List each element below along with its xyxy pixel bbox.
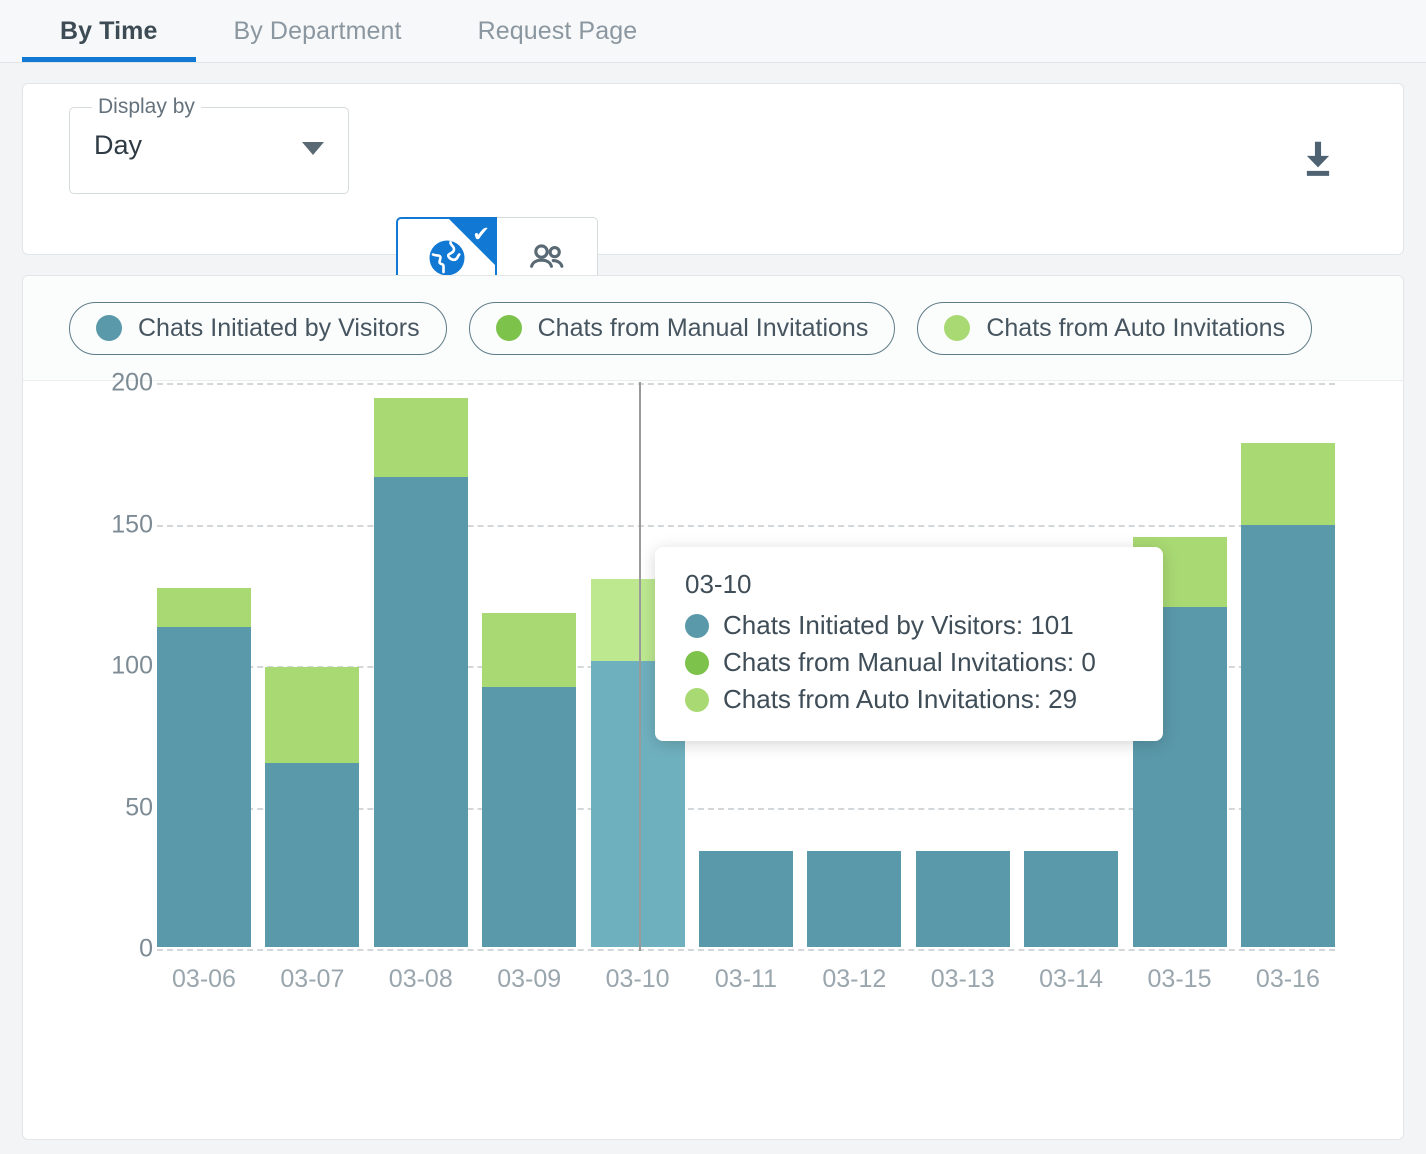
download-button[interactable] <box>1295 136 1341 187</box>
legend-label-auto: Chats from Auto Invitations <box>986 313 1286 342</box>
y-axis-tick-label: 150 <box>111 510 153 538</box>
tooltip-dot-visitors <box>685 613 709 638</box>
bar-column[interactable]: 03-13 <box>915 380 1010 1139</box>
display-by-label: Display by <box>92 95 201 119</box>
bar-column[interactable]: 03-06 <box>157 380 251 1139</box>
tab-by-time[interactable]: By Time <box>22 0 196 62</box>
x-axis-tick-label: 03-13 <box>930 965 995 993</box>
bar-column[interactable]: 03-08 <box>373 380 468 1139</box>
x-axis-tick-label: 03-11 <box>714 965 777 993</box>
bar-segment-auto <box>482 613 577 687</box>
toolbar-card: Display by Day ✔ <box>22 83 1404 299</box>
tooltip-text-manual: Chats from Manual Invitations: 0 <box>723 647 1096 677</box>
x-axis-tick-label: 03-12 <box>822 965 887 993</box>
bar-segment-visitors <box>915 850 1010 947</box>
bar-column[interactable]: 03-10 <box>590 380 685 1139</box>
bar-segment-auto <box>265 666 360 764</box>
tooltip-dot-auto <box>685 687 709 712</box>
bar-segment-visitors <box>1024 850 1119 947</box>
y-axis-tick-label: 50 <box>125 793 153 821</box>
bar-column[interactable]: 03-14 <box>1024 380 1119 1139</box>
bar-segment-visitors <box>482 686 577 947</box>
bar-column[interactable]: 03-11 <box>698 380 793 1139</box>
y-axis-tick-label: 100 <box>111 651 153 680</box>
x-axis-tick-label: 03-06 <box>172 965 236 993</box>
x-axis-tick-label: 03-15 <box>1147 965 1212 993</box>
y-axis-tick-label: 200 <box>111 368 153 397</box>
y-axis: 0 50 100 150 200 <box>69 369 153 1139</box>
bar-segment-visitors <box>807 850 902 947</box>
chart-tooltip: 03-10 Chats Initiated by Visitors: 101 C… <box>655 547 1163 741</box>
x-axis-tick-label: 03-07 <box>280 965 345 993</box>
legend-dot-visitors <box>96 315 122 341</box>
tab-by-department[interactable]: By Department <box>196 0 440 62</box>
legend-dot-manual <box>495 315 522 341</box>
x-axis-tick-label: 03-16 <box>1255 965 1320 993</box>
tooltip-dot-manual <box>685 650 709 675</box>
tooltip-row: Chats from Auto Invitations: 29 <box>685 684 1127 715</box>
x-axis-tick-label: 03-10 <box>605 965 670 993</box>
bar-segment-visitors <box>265 763 360 947</box>
bar-segment-visitors <box>698 850 793 947</box>
tab-bar: By Time By Department Request Page <box>0 0 1426 63</box>
x-axis-tick-label: 03-14 <box>1039 965 1104 993</box>
x-axis-tick-label: 03-09 <box>497 965 562 993</box>
chevron-down-icon[interactable] <box>302 142 324 155</box>
bar-segment-visitors <box>373 477 468 947</box>
bar-segment-visitors <box>1240 525 1335 947</box>
hover-cursor-line <box>638 382 641 951</box>
tooltip-title: 03-10 <box>685 569 752 599</box>
tab-request-page-label: Request Page <box>477 16 638 45</box>
check-icon: ✔ <box>472 223 490 246</box>
bar-series-area: 03-06 03-07 03-08 03-09 03-10 03-11 03-12 03-13… <box>157 382 1335 1139</box>
bar-column[interactable]: 03-09 <box>482 380 577 1139</box>
display-by-value: Day <box>94 130 143 160</box>
x-axis-tick-label: 03-08 <box>388 965 453 993</box>
tab-by-time-label: By Time <box>60 16 158 45</box>
y-axis-tick-label: 0 <box>139 934 153 963</box>
tooltip-text-auto: Chats from Auto Invitations: 29 <box>723 684 1078 714</box>
download-icon <box>1306 141 1330 176</box>
tab-by-department-label: By Department <box>233 16 402 45</box>
bar-column[interactable]: 03-07 <box>265 380 360 1139</box>
people-icon <box>530 244 564 268</box>
bar-chart: 0 50 100 150 200 03-06 03-07 03-08 03-09 03-10 03… <box>23 369 1403 1139</box>
bar-segment-visitors <box>157 627 251 947</box>
bar-column[interactable]: 03-12 <box>807 380 902 1139</box>
legend-label-visitors: Chats Initiated by Visitors <box>138 313 420 342</box>
legend-item-manual[interactable]: Chats from Manual Invitations <box>468 301 896 355</box>
bar-segment-auto <box>1240 443 1335 526</box>
bar-column[interactable]: 03-16 <box>1240 380 1335 1139</box>
tooltip-row: Chats from Manual Invitations: 0 <box>685 647 1127 678</box>
bar-segment-auto <box>373 398 468 478</box>
tooltip-text-visitors: Chats Initiated by Visitors: 101 <box>723 610 1074 640</box>
legend-dot-auto <box>944 315 971 341</box>
bar-column[interactable]: 03-15 <box>1132 380 1227 1139</box>
chart-card: Chats Initiated by Visitors Chats from M… <box>22 275 1404 1140</box>
legend-label-manual: Chats from Manual Invitations <box>537 313 869 342</box>
legend-item-visitors[interactable]: Chats Initiated by Visitors <box>69 301 447 355</box>
bar-segment-auto <box>157 587 251 628</box>
legend-item-auto[interactable]: Chats from Auto Invitations <box>917 301 1313 355</box>
tab-request-page[interactable]: Request Page <box>440 0 676 62</box>
display-by-select[interactable]: Display by Day <box>69 95 349 194</box>
chart-legend: Chats Initiated by Visitors Chats from M… <box>23 276 1403 381</box>
tooltip-row: Chats Initiated by Visitors: 101 <box>685 610 1127 641</box>
